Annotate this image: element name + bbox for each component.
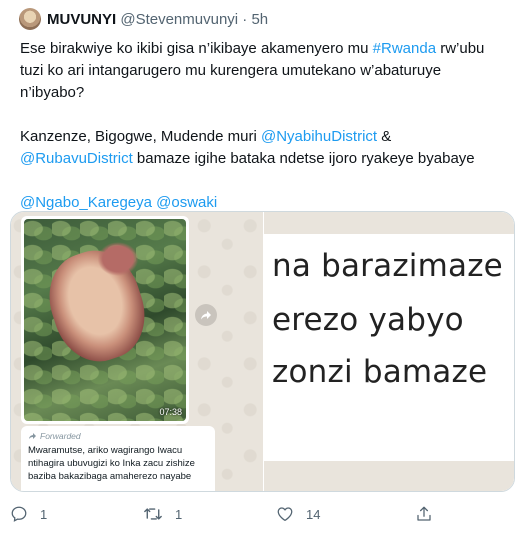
mention-link[interactable]: @Ngabo_Karegeya (20, 194, 152, 211)
tweet-text: Ese birakwiye ko ikibi gisa n’ikibaye ak… (20, 38, 520, 214)
tweet-text-line: n’ibyabo? (20, 84, 85, 101)
reply-button[interactable]: 1 (10, 505, 47, 523)
share-button[interactable] (415, 505, 433, 523)
forwarded-icon (29, 433, 36, 439)
heart-icon (277, 507, 293, 522)
forwarded-message: Forwarded Mwaramutse, ariko wagirango Iw… (21, 426, 215, 491)
video-message[interactable]: 07:38 (21, 216, 189, 424)
avatar[interactable] (19, 8, 41, 30)
media-image-right[interactable]: na barazimaze erezo yabyo zonzi bamaze (264, 212, 514, 491)
tweet-actions: 1 1 14 (0, 505, 529, 535)
reply-icon (11, 506, 27, 522)
tweet-text-segment: & (377, 128, 392, 145)
tweet-text-segment: rw’ubu (436, 40, 485, 57)
tweet-text-segment: Ese birakwiye ko ikibi gisa n’ikibaye ak… (20, 40, 373, 57)
author-handle[interactable]: @Stevenmuvunyi (120, 11, 238, 28)
tweet-header: MUVUNYI @Stevenmuvunyi · 5h (47, 11, 268, 28)
tweet-text-segment: bamaze igihe bataka ndetse ijoro ryakeye… (132, 150, 475, 167)
retweet-count: 1 (175, 506, 183, 522)
timestamp[interactable]: 5h (251, 11, 268, 28)
mention-link[interactable]: @RubavuDistrict (20, 150, 133, 167)
forward-icon[interactable] (195, 304, 217, 326)
retweet-icon (144, 508, 162, 520)
reply-count: 1 (40, 506, 48, 522)
zoomed-text-line: na barazimaze (272, 248, 503, 284)
message-text: Mwaramutse, ariko wagirango Iwacu ntihag… (28, 445, 195, 482)
media-image-left[interactable]: 07:38 Forwarded Mwaramutse, ariko wagira… (11, 212, 263, 491)
video-thumbnail[interactable]: 07:38 (24, 219, 186, 421)
hashtag-link[interactable]: #Rwanda (373, 40, 436, 57)
forwarded-text: Forwarded (40, 431, 81, 441)
forwarded-label: Forwarded (28, 431, 208, 441)
mention-link[interactable]: @NyabihuDistrict (261, 128, 377, 145)
tweet-text-line: tuzi ko ari intangarugero mu kurengera u… (20, 62, 442, 79)
zoomed-text-line: erezo yabyo (272, 302, 464, 338)
tweet-media[interactable]: 07:38 Forwarded Mwaramutse, ariko wagira… (10, 211, 515, 492)
author-name[interactable]: MUVUNYI (47, 11, 116, 28)
zoomed-text-line: zonzi bamaze (272, 354, 488, 390)
like-count: 14 (306, 506, 321, 522)
tweet-text-segment: Kanzenze, Bigogwe, Mudende muri (20, 128, 261, 145)
video-duration: 07:38 (159, 407, 182, 417)
mention-link[interactable]: @oswaki (156, 194, 217, 211)
retweet-button[interactable]: 1 (143, 505, 182, 523)
share-icon (417, 506, 431, 521)
like-button[interactable]: 14 (276, 505, 320, 523)
tweet[interactable]: MUVUNYI @Stevenmuvunyi · 5h Ese birakwiy… (0, 0, 529, 540)
separator-dot: · (242, 11, 248, 28)
